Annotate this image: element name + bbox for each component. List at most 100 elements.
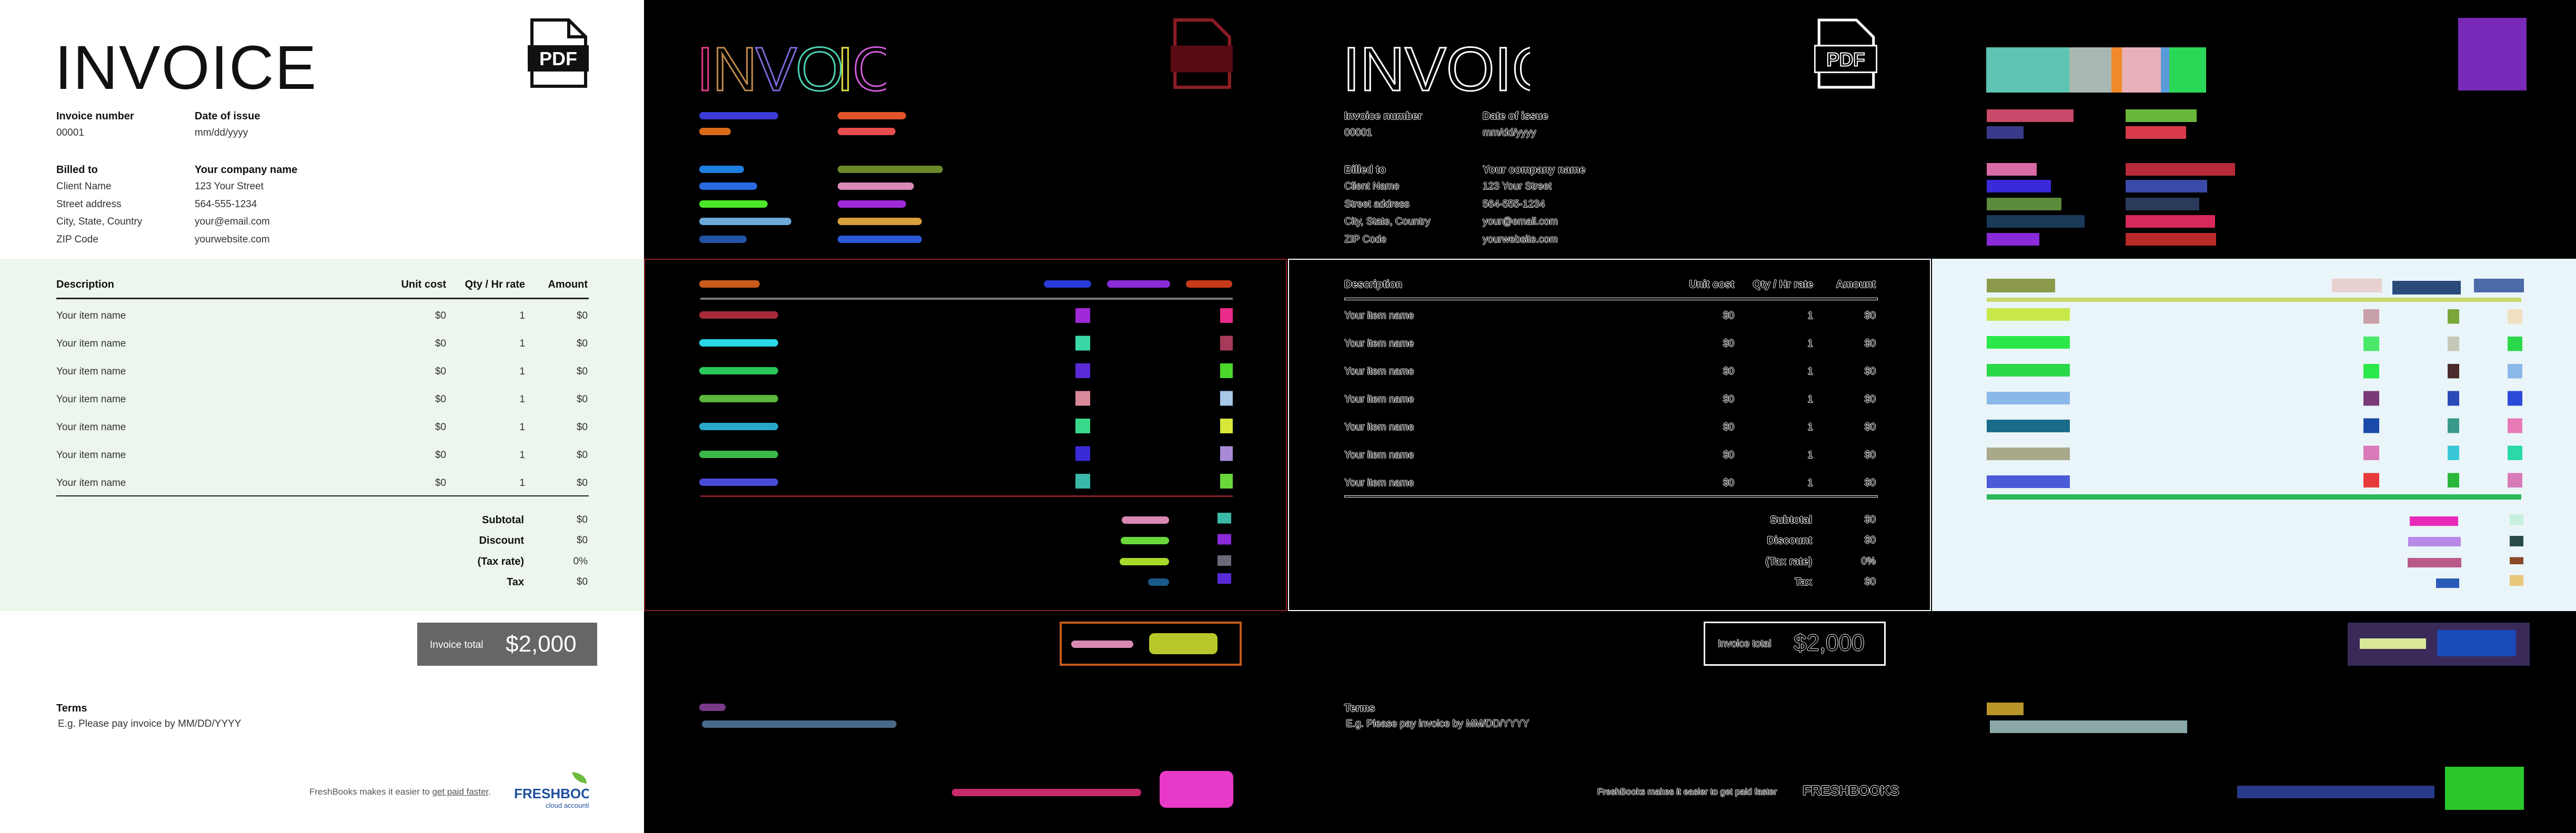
subtotal-label: Subtotal <box>482 514 524 526</box>
discount-label: Discount <box>479 535 524 546</box>
tax-rate-value[interactable]: 0% <box>526 556 588 567</box>
invoice-title: INVOICE <box>55 33 318 103</box>
item-qty[interactable]: 1 <box>446 422 525 433</box>
client-city[interactable]: City, State, Country <box>56 216 142 228</box>
item-qty-outline: 1 <box>1807 338 1813 349</box>
item-amount-outline: $0 <box>1864 338 1876 349</box>
item-name[interactable]: Your item name <box>56 450 319 461</box>
subtotal-value: $0 <box>576 514 588 525</box>
client-name[interactable]: Client Name <box>56 181 112 192</box>
logo-text: FRESHBOOKS <box>514 786 589 801</box>
item-unit-cost-outline: $0 <box>1723 450 1734 461</box>
item-unit-cost[interactable]: $0 <box>368 338 446 350</box>
tax-rate-label: (Tax rate) <box>477 556 524 567</box>
item-unit-cost-outline: $0 <box>1723 478 1734 489</box>
item-amount-outline: $0 <box>1864 478 1876 489</box>
item-name[interactable]: Your item name <box>56 366 319 378</box>
invoice-total-amount: $2,000 <box>506 631 577 657</box>
item-name-outline: Your item name <box>1344 478 1414 489</box>
item-qty[interactable]: 1 <box>446 310 525 322</box>
tax-label: Tax <box>507 576 524 588</box>
company-phone[interactable]: 564-555-1234 <box>195 199 257 210</box>
item-qty-outline: 1 <box>1807 310 1813 321</box>
item-name-outline: Your item name <box>1344 338 1414 349</box>
item-unit-cost-outline: $0 <box>1723 310 1734 321</box>
item-qty-outline: 1 <box>1807 394 1813 405</box>
invoice-total-box: Invoice total $2,000 <box>417 623 597 666</box>
item-qty[interactable]: 1 <box>446 394 525 405</box>
item-unit-cost-outline: $0 <box>1723 338 1734 349</box>
item-qty[interactable]: 1 <box>446 366 525 378</box>
item-unit-cost[interactable]: $0 <box>368 394 446 405</box>
item-unit-cost-outline: $0 <box>1723 422 1734 433</box>
item-qty[interactable]: 1 <box>446 478 525 489</box>
company-street[interactable]: 123 Your Street <box>195 181 264 192</box>
svg-text:N: N <box>712 35 757 100</box>
svg-text:INVOICE: INVOICE <box>1343 35 1530 100</box>
terms-text[interactable]: E.g. Please pay invoice by MM/DD/YYYY <box>58 718 241 730</box>
invoice-title-white-outline: INVOICE <box>1342 34 1531 100</box>
header-rule <box>56 298 589 299</box>
get-paid-faster-link[interactable]: get paid faster <box>432 787 488 797</box>
item-amount-outline: $0 <box>1864 394 1876 405</box>
client-zip[interactable]: ZIP Code <box>56 234 98 246</box>
item-name[interactable]: Your item name <box>56 422 319 433</box>
item-amount-outline: $0 <box>1864 450 1876 461</box>
item-qty-outline: 1 <box>1807 450 1813 461</box>
invoice-number[interactable]: 00001 <box>56 127 84 139</box>
item-qty[interactable]: 1 <box>446 338 525 350</box>
item-unit-cost[interactable]: $0 <box>368 422 446 433</box>
date-of-issue-label: Date of issue <box>195 110 260 122</box>
date-of-issue[interactable]: mm/dd/yyyy <box>195 127 248 139</box>
segmentation-panel-scribbles: I N V O I C <box>644 0 1288 833</box>
invoice-total-label: Invoice total <box>430 639 484 651</box>
item-amount: $0 <box>576 422 588 433</box>
client-street[interactable]: Street address <box>56 199 122 210</box>
item-qty-outline: 1 <box>1807 366 1813 377</box>
item-qty-outline: 1 <box>1807 422 1813 433</box>
item-amount: $0 <box>576 310 588 321</box>
item-unit-cost[interactable]: $0 <box>368 366 446 378</box>
item-unit-cost[interactable]: $0 <box>368 478 446 489</box>
items-end-rule <box>56 495 589 496</box>
col-description: Description <box>56 279 115 290</box>
pdf-icon-white-outline: PDF <box>1814 18 1877 89</box>
pdf-file-icon[interactable]: PDF <box>528 18 589 88</box>
item-unit-cost[interactable]: $0 <box>368 310 446 322</box>
invoice-title-colored-outline: I N V O I C <box>697 34 886 100</box>
item-name[interactable]: Your item name <box>56 394 319 405</box>
invoice-panel: INVOICE PDF Invoice number 00001 Date of… <box>0 0 644 833</box>
item-name-outline: Your item name <box>1344 450 1414 461</box>
tax-value: $0 <box>576 576 588 587</box>
item-amount: $0 <box>576 450 588 461</box>
item-amount: $0 <box>576 394 588 405</box>
item-amount-outline: $0 <box>1864 366 1876 377</box>
pdf-label: PDF <box>539 48 577 69</box>
item-amount: $0 <box>576 366 588 377</box>
company-email[interactable]: your@email.com <box>195 216 270 228</box>
item-name[interactable]: Your item name <box>56 310 319 322</box>
col-unit-cost: Unit cost <box>401 279 446 290</box>
item-name[interactable]: Your item name <box>56 338 319 350</box>
col-amount: Amount <box>548 279 588 290</box>
item-name-outline: Your item name <box>1344 366 1414 377</box>
company-website[interactable]: yourwebsite.com <box>195 234 270 246</box>
invoice-number-label: Invoice number <box>56 110 134 122</box>
discount-value[interactable]: $0 <box>526 535 588 546</box>
terms-label: Terms <box>56 703 87 714</box>
item-unit-cost[interactable]: $0 <box>368 450 446 461</box>
item-name-outline: Your item name <box>1344 394 1414 405</box>
footer-period: . <box>488 787 491 797</box>
svg-text:PDF: PDF <box>1826 48 1865 70</box>
item-qty-outline: 1 <box>1807 478 1813 489</box>
col-qty: Qty / Hr rate <box>465 279 525 290</box>
item-unit-cost-outline: $0 <box>1723 394 1734 405</box>
company-name-label[interactable]: Your company name <box>195 164 297 176</box>
item-qty[interactable]: 1 <box>446 450 525 461</box>
item-name[interactable]: Your item name <box>56 478 319 489</box>
item-amount-outline: $0 <box>1864 422 1876 433</box>
logo-subtext: cloud accounting <box>546 801 589 809</box>
freshbooks-logo[interactable]: FRESHBOOKS cloud accounting <box>513 771 589 811</box>
item-name-outline: Your item name <box>1344 422 1414 433</box>
svg-text:I: I <box>697 35 714 100</box>
